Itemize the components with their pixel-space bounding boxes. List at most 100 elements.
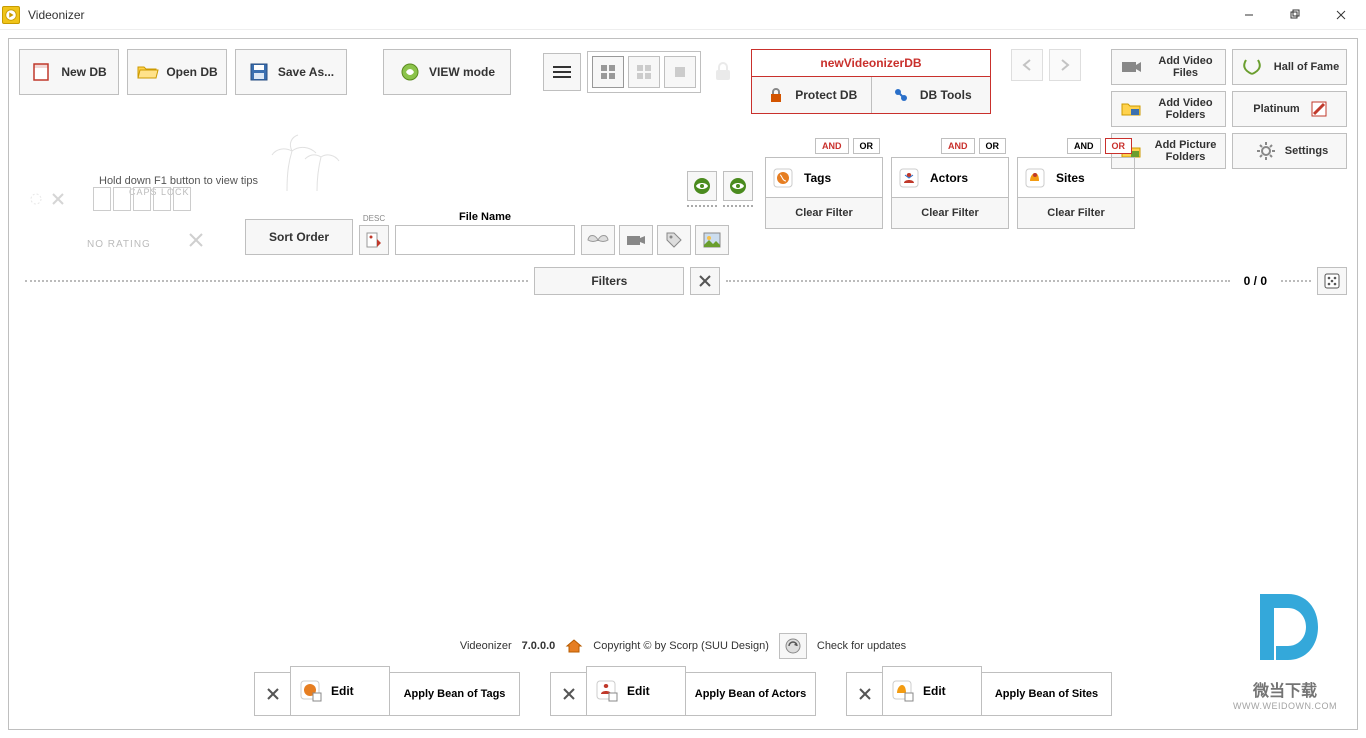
actors-clear-label: Clear Filter xyxy=(921,207,978,219)
titlebar: Videonizer xyxy=(0,0,1366,30)
rating-reset-icon[interactable] xyxy=(187,231,205,249)
bean-tags-apply-button[interactable]: Apply Bean of Tags xyxy=(390,672,520,716)
file-name-input[interactable] xyxy=(395,225,575,255)
random-button[interactable] xyxy=(1317,267,1347,295)
sites-and-chip[interactable]: AND xyxy=(1067,138,1101,154)
bean-actors-close[interactable] xyxy=(550,672,586,716)
minimize-button[interactable] xyxy=(1226,0,1272,30)
settings-button[interactable]: Settings xyxy=(1232,133,1347,169)
bean-sites-edit-button[interactable]: Edit xyxy=(882,666,982,716)
sites-or-chip[interactable]: OR xyxy=(1105,138,1133,154)
filters-button[interactable]: Filters xyxy=(534,267,684,295)
footer-info: Videonizer 7.0.0.0 Copyright © by Scorp … xyxy=(460,633,906,659)
platinum-icon xyxy=(1308,98,1330,120)
actors-and-chip[interactable]: AND xyxy=(941,138,975,154)
save-as-label: Save As... xyxy=(278,65,334,79)
close-button[interactable] xyxy=(1318,0,1364,30)
file-name-label: File Name xyxy=(395,211,575,223)
bean-tags-edit-button[interactable]: Edit xyxy=(290,666,390,716)
watermark-url: WWW.WEIDOWN.COM xyxy=(1233,701,1337,711)
tags-filter-button[interactable]: Tags xyxy=(766,158,882,198)
sites-clear-label: Clear Filter xyxy=(1047,207,1104,219)
shield-lock-icon xyxy=(765,84,787,106)
new-db-label: New DB xyxy=(61,65,106,79)
tool-tag-button[interactable] xyxy=(657,225,691,255)
bean-tags-edit-label: Edit xyxy=(331,684,354,698)
tags-and-chip[interactable]: AND xyxy=(815,138,849,154)
hall-of-fame-label: Hall of Fame xyxy=(1271,61,1343,73)
bean-sites-apply-label: Apply Bean of Sites xyxy=(995,688,1098,700)
nav-next-button[interactable] xyxy=(1049,49,1081,81)
tool-camera-button[interactable] xyxy=(619,225,653,255)
tags-label: Tags xyxy=(804,171,831,185)
protect-db-button[interactable]: Protect DB xyxy=(752,77,872,113)
bean-actors-apply-button[interactable]: Apply Bean of Actors xyxy=(686,672,816,716)
tool-picture-button[interactable] xyxy=(695,225,729,255)
actors-or-chip[interactable]: OR xyxy=(979,138,1007,154)
laurel-icon xyxy=(1241,56,1263,78)
nav-prev-button[interactable] xyxy=(1011,49,1043,81)
add-video-files-button[interactable]: Add Video Files xyxy=(1111,49,1226,85)
sites-clear-button[interactable]: Clear Filter xyxy=(1018,198,1134,228)
view-grid-large-button[interactable] xyxy=(664,56,696,88)
watermark: 微当下载 WWW.WEIDOWN.COM xyxy=(1233,582,1337,711)
add-video-folders-label: Add Video Folders xyxy=(1150,97,1222,121)
bean-tags-group: Edit Apply Bean of Tags xyxy=(254,669,520,719)
gear-icon xyxy=(1255,140,1277,162)
actors-filter-button[interactable]: Actors xyxy=(892,158,1008,198)
sort-desc-button[interactable] xyxy=(359,225,389,255)
view-list-button[interactable] xyxy=(543,53,581,91)
view-grid-medium-button[interactable] xyxy=(628,56,660,88)
bean-tags-apply-label: Apply Bean of Tags xyxy=(404,688,506,700)
bean-sites-close[interactable] xyxy=(846,672,882,716)
app-icon xyxy=(2,6,20,24)
hall-of-fame-button[interactable]: Hall of Fame xyxy=(1232,49,1347,85)
db-tools-label: DB Tools xyxy=(920,88,972,102)
bean-actors-group: Edit Apply Bean of Actors xyxy=(550,669,816,719)
view-mode-button[interactable]: VIEW mode xyxy=(383,49,511,95)
rating-clear-icon[interactable] xyxy=(51,192,65,206)
new-db-button[interactable]: New DB xyxy=(19,49,119,95)
item-count: 0 / 0 xyxy=(1244,274,1267,288)
sort-order-button[interactable]: Sort Order xyxy=(245,219,353,255)
settings-label: Settings xyxy=(1285,145,1328,157)
filters-clear-button[interactable] xyxy=(690,267,720,295)
platinum-label: Platinum xyxy=(1253,103,1299,115)
lock-icon xyxy=(713,60,735,84)
add-video-folders-button[interactable]: Add Video Folders xyxy=(1111,91,1226,127)
folder-open-icon xyxy=(136,61,158,83)
view-mode-icon xyxy=(399,61,421,83)
rating-boxes[interactable] xyxy=(93,187,191,211)
tags-filter-block: ANDOR Tags Clear Filter xyxy=(765,157,883,229)
actors-clear-button[interactable]: Clear Filter xyxy=(892,198,1008,228)
bean-sites-edit-label: Edit xyxy=(923,684,946,698)
open-db-label: Open DB xyxy=(166,65,217,79)
green-eye-2-button[interactable] xyxy=(723,171,753,201)
actors-label: Actors xyxy=(930,171,968,185)
check-updates-button[interactable] xyxy=(779,633,807,659)
protect-db-label: Protect DB xyxy=(795,88,857,102)
open-db-button[interactable]: Open DB xyxy=(127,49,227,95)
rating-area xyxy=(29,187,191,211)
sites-filter-button[interactable]: Sites xyxy=(1018,158,1134,198)
save-as-button[interactable]: Save As... xyxy=(235,49,347,95)
db-tools-button[interactable]: DB Tools xyxy=(872,77,991,113)
bean-actors-edit-button[interactable]: Edit xyxy=(586,666,686,716)
tags-or-chip[interactable]: OR xyxy=(853,138,881,154)
platinum-button[interactable]: Platinum xyxy=(1232,91,1347,127)
add-video-files-label: Add Video Files xyxy=(1150,55,1222,79)
rating-filter-icon[interactable] xyxy=(29,192,43,206)
bean-tags-close[interactable] xyxy=(254,672,290,716)
tool-wings-button[interactable] xyxy=(581,225,615,255)
tags-clear-button[interactable]: Clear Filter xyxy=(766,198,882,228)
maximize-button[interactable] xyxy=(1272,0,1318,30)
footer-app-name: Videonizer xyxy=(460,640,512,652)
view-grid-small-button[interactable] xyxy=(592,56,624,88)
main-panel: New DB Open DB Save As... VIEW mode newV… xyxy=(8,38,1358,730)
tools-icon xyxy=(890,84,912,106)
green-eye-1-button[interactable] xyxy=(687,171,717,201)
bean-sites-apply-button[interactable]: Apply Bean of Sites xyxy=(982,672,1112,716)
home-icon[interactable] xyxy=(565,638,583,654)
add-picture-folders-label: Add Picture Folders xyxy=(1150,139,1222,163)
tags-clear-label: Clear Filter xyxy=(795,207,852,219)
